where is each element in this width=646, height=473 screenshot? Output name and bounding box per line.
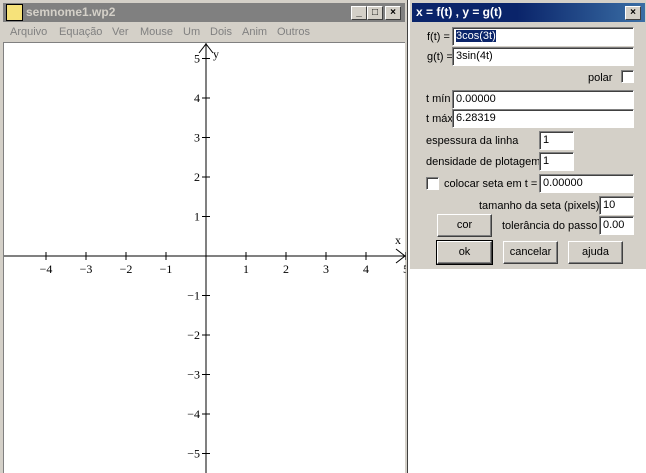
x-tick-label: 1 (243, 262, 249, 276)
g-label: g(t) = (427, 51, 453, 63)
menu-anim[interactable]: Anim (242, 26, 267, 38)
y-axis (198, 43, 214, 473)
x-tick-label: −2 (120, 262, 133, 276)
main-window-title: semnome1.wp2 (26, 5, 116, 19)
menu-equacao[interactable]: Equação (59, 26, 102, 38)
polar-label: polar (588, 72, 613, 84)
tmax-label: t máx (426, 113, 453, 125)
arrow-t-input[interactable]: 0.00000 (539, 174, 634, 193)
y-tick-label: −1 (187, 289, 200, 303)
y-tick-label: −5 (187, 447, 200, 461)
main-window: semnome1.wp2 _ □ × Arquivo Equação Ver M… (0, 0, 408, 473)
y-tick-label: 4 (194, 91, 200, 105)
cancel-button[interactable]: cancelar (503, 241, 558, 264)
menu-ver[interactable]: Ver (112, 26, 129, 38)
arrow-size-label: tamanho da seta (pixels) (479, 200, 600, 212)
x-tick-label: 2 (283, 262, 289, 276)
line-width-label: espessura da linha (426, 135, 519, 147)
dialog-title-bar[interactable]: x = f(t) , y = g(t) × (412, 3, 645, 22)
x-tick-label: −4 (40, 262, 53, 276)
arrow-size-input[interactable]: 10 (599, 196, 634, 215)
line-width-input-value: 1 (543, 134, 550, 146)
y-tick-label: −2 (187, 328, 200, 342)
dialog-close-button[interactable]: × (625, 6, 641, 20)
parametric-dialog: x = f(t) , y = g(t) × f(t) = 3cos(3t) g(… (409, 0, 646, 269)
density-input-value: 1 (543, 155, 550, 167)
x-tick-label: 5 (403, 262, 406, 276)
x-tick-label: 3 (323, 262, 329, 276)
x-axis-label: x (395, 233, 401, 247)
app-logo-icon (6, 4, 23, 21)
arrow-size-input-value: 10 (603, 199, 616, 211)
arrow-t-input-value: 0.00000 (543, 177, 583, 189)
tmin-input-value: 0.00000 (456, 93, 496, 105)
ok-button[interactable]: ok (436, 240, 493, 265)
y-tick-label: −4 (187, 407, 200, 421)
y-tick-label: 2 (194, 170, 200, 184)
main-title-bar[interactable]: semnome1.wp2 _ □ × (3, 3, 405, 22)
line-width-input[interactable]: 1 (539, 131, 574, 150)
f-input-value: 3cos(3t) (456, 30, 496, 42)
y-tick-label: −3 (187, 368, 200, 382)
close-button[interactable]: × (385, 6, 401, 20)
arrow-label: colocar seta em t = (444, 178, 538, 190)
plot-canvas[interactable]: −4 −3 −2 −1 1 2 3 4 5 5 4 3 2 1 −1 −2 −3 −4 −5 x y (3, 42, 406, 473)
x-tick-label: 4 (363, 262, 369, 276)
tmax-input-value: 6.28319 (456, 112, 496, 124)
menu-outros[interactable]: Outros (277, 26, 310, 38)
step-tolerance-label: tolerância do passo (502, 220, 598, 232)
step-tolerance-input-value: 0.00 (603, 219, 625, 231)
g-input[interactable]: 3sin(4t) (452, 47, 634, 66)
g-input-value: 3sin(4t) (456, 50, 493, 62)
y-tick-label: 1 (194, 210, 200, 224)
density-input[interactable]: 1 (539, 152, 574, 171)
y-axis-label: y (213, 47, 219, 61)
minimize-button[interactable]: _ (351, 6, 367, 20)
color-button[interactable]: cor (437, 214, 492, 237)
x-axis (4, 248, 406, 264)
menu-bar: Arquivo Equação Ver Mouse Um Dois Anim O… (3, 23, 405, 42)
y-tick-label: 5 (194, 52, 200, 66)
density-label: densidade de plotagem (426, 156, 541, 168)
f-label: f(t) = (427, 31, 450, 43)
step-tolerance-input[interactable]: 0.00 (599, 216, 634, 235)
tmin-label: t mín (426, 93, 451, 105)
menu-dois[interactable]: Dois (210, 26, 232, 38)
arrow-checkbox[interactable] (426, 177, 439, 190)
maximize-button[interactable]: □ (367, 6, 383, 20)
menu-arquivo[interactable]: Arquivo (10, 26, 47, 38)
x-tick-label: −3 (80, 262, 93, 276)
y-tick-label: 3 (194, 131, 200, 145)
x-tick-label: −1 (160, 262, 173, 276)
tmin-input[interactable]: 0.00000 (452, 90, 634, 109)
menu-mouse[interactable]: Mouse (140, 26, 173, 38)
dialog-title: x = f(t) , y = g(t) (416, 5, 503, 19)
tmax-input[interactable]: 6.28319 (452, 109, 634, 128)
menu-um[interactable]: Um (183, 26, 200, 38)
help-button[interactable]: ajuda (568, 241, 623, 264)
coordinate-axes: −4 −3 −2 −1 1 2 3 4 5 5 4 3 2 1 −1 −2 −3 −4 −5 x y (4, 43, 406, 473)
polar-checkbox[interactable] (621, 70, 634, 83)
f-input[interactable]: 3cos(3t) (452, 27, 634, 46)
